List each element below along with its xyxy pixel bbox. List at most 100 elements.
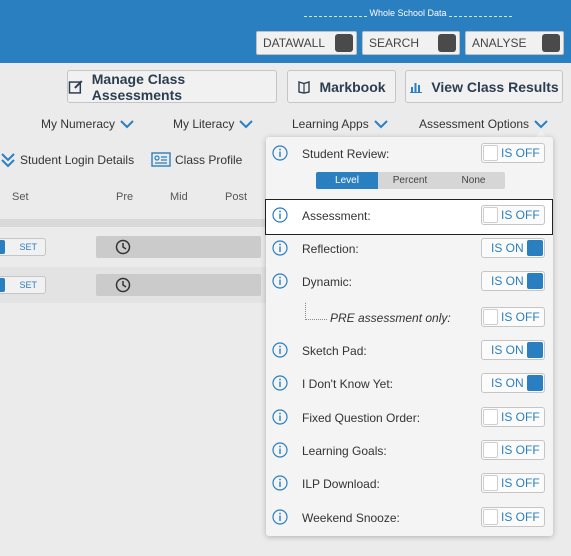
info-icon[interactable]	[272, 145, 288, 161]
dynamic-toggle[interactable]: IS ON	[481, 271, 545, 291]
toggle-state: IS ON	[491, 343, 524, 357]
toggle-knob	[0, 278, 5, 292]
clock-icon	[115, 239, 131, 255]
info-icon[interactable]	[272, 207, 288, 223]
pre-only-label: PRE assessment only:	[330, 311, 451, 325]
edit-icon	[68, 79, 83, 94]
sketch-pad-label: Sketch Pad:	[302, 344, 367, 358]
nav-apps-label: Learning Apps	[292, 117, 369, 131]
toggle-state: IS OFF	[501, 310, 540, 324]
info-icon[interactable]	[272, 375, 288, 391]
toggle-knob	[527, 273, 543, 289]
chevron-down-icon	[120, 120, 134, 129]
option-dynamic: Dynamic: IS ON	[266, 267, 553, 295]
fixed-order-toggle[interactable]: IS OFF	[481, 407, 545, 427]
assessment-toggle[interactable]: IS OFF	[481, 205, 545, 225]
review-mode-none[interactable]: None	[442, 172, 505, 189]
toggle-knob	[483, 475, 498, 491]
option-learning-goals: Learning Goals: IS OFF	[266, 436, 553, 464]
pre-only-toggle[interactable]: IS OFF	[481, 307, 545, 327]
toggle-knob	[527, 342, 543, 358]
learning-goals-label: Learning Goals:	[302, 444, 387, 458]
option-reflection: Reflection: IS ON	[266, 234, 553, 262]
table-separator	[0, 219, 266, 227]
whole-school-data-label: Whole School Data	[304, 8, 512, 26]
set-toggle[interactable]: SET	[0, 276, 46, 294]
info-icon[interactable]	[272, 442, 288, 458]
class-profile-label: Class Profile	[175, 153, 243, 167]
nav-learning-apps[interactable]: Learning Apps	[292, 117, 388, 131]
learning-goals-toggle[interactable]: IS OFF	[481, 440, 545, 460]
dont-know-label: I Don't Know Yet:	[302, 377, 394, 391]
datawall-button[interactable]: DATAWALL	[256, 31, 357, 55]
datawall-label: DATAWALL	[263, 36, 326, 50]
results-label: View Class Results	[431, 78, 559, 95]
markbook-label: Markbook	[319, 78, 386, 95]
info-icon[interactable]	[272, 342, 288, 358]
toggle-knob	[483, 207, 498, 223]
review-mode-segmented-control: Level Percent None	[316, 172, 505, 189]
top-header: Whole School Data DATAWALL SEARCH ANALYS…	[0, 0, 571, 63]
analyse-button[interactable]: ANALYSE	[465, 31, 564, 55]
class-profile-link[interactable]: Class Profile	[151, 152, 242, 168]
info-icon[interactable]	[272, 240, 288, 256]
chevron-down-icon	[534, 120, 548, 129]
toggle-state: IS ON	[491, 376, 524, 390]
toggle-state: IS OFF	[501, 510, 540, 524]
fixed-order-label: Fixed Question Order:	[302, 411, 421, 425]
info-icon[interactable]	[272, 509, 288, 525]
info-icon[interactable]	[272, 475, 288, 491]
toggle-state: IS ON	[491, 274, 524, 288]
ilp-download-toggle[interactable]: IS OFF	[481, 473, 545, 493]
markbook-button[interactable]: Markbook	[287, 70, 396, 103]
toggle-knob	[483, 409, 498, 425]
pre-assessment-cell[interactable]	[96, 274, 261, 296]
search-button[interactable]: SEARCH	[362, 31, 460, 55]
set-label: SET	[19, 242, 37, 252]
toggle-knob	[527, 375, 543, 391]
info-icon[interactable]	[272, 273, 288, 289]
nav-assessment-options[interactable]: Assessment Options	[419, 117, 548, 131]
student-review-label: Student Review:	[302, 147, 390, 161]
ilp-download-label: ILP Download:	[302, 477, 380, 491]
pre-assessment-cell[interactable]	[96, 236, 261, 258]
dynamic-label: Dynamic:	[302, 275, 353, 289]
search-toggle-square	[438, 34, 456, 52]
analyse-label: ANALYSE	[472, 36, 527, 50]
sketch-pad-toggle[interactable]: IS ON	[481, 340, 545, 360]
profile-card-icon	[151, 152, 171, 167]
nav-my-numeracy[interactable]: My Numeracy	[41, 117, 134, 131]
option-i-dont-know-yet: I Don't Know Yet: IS ON	[266, 369, 553, 397]
option-weekend-snooze: Weekend Snooze: IS OFF	[266, 503, 553, 531]
toggle-state: IS OFF	[501, 443, 540, 457]
toggle-knob	[483, 509, 498, 525]
view-class-results-button[interactable]: View Class Results	[405, 70, 563, 103]
weekend-snooze-toggle[interactable]: IS OFF	[481, 507, 545, 527]
bar-chart-icon	[410, 82, 423, 93]
set-label: SET	[19, 280, 37, 290]
review-mode-percent[interactable]: Percent	[378, 172, 442, 189]
nav-literacy-label: My Literacy	[173, 117, 235, 131]
toggle-state: IS OFF	[501, 476, 540, 490]
reflection-toggle[interactable]: IS ON	[481, 238, 545, 258]
toggle-knob	[0, 240, 5, 254]
option-ilp-download: ILP Download: IS OFF	[266, 469, 553, 497]
info-icon[interactable]	[272, 409, 288, 425]
student-review-toggle[interactable]: IS OFF	[481, 143, 545, 163]
nav-numeracy-label: My Numeracy	[41, 117, 116, 131]
toggle-state: IS ON	[491, 241, 524, 255]
manage-class-assessments-button[interactable]: Manage Class Assessments	[67, 70, 277, 103]
col-header-set: Set	[12, 191, 29, 203]
assessment-label: Assessment:	[302, 209, 371, 223]
toggle-knob	[483, 442, 498, 458]
nav-my-literacy[interactable]: My Literacy	[173, 117, 254, 131]
toggle-knob	[483, 145, 498, 161]
option-pre-assessment-only: PRE assessment only: IS OFF	[266, 303, 553, 331]
review-mode-level[interactable]: Level	[316, 172, 378, 189]
set-toggle[interactable]: SET	[0, 238, 46, 256]
student-login-details-link[interactable]: Student Login Details	[0, 152, 134, 168]
manage-label: Manage Class Assessments	[91, 70, 186, 103]
option-sketch-pad: Sketch Pad: IS ON	[266, 336, 553, 364]
dont-know-toggle[interactable]: IS ON	[481, 373, 545, 393]
reflection-label: Reflection:	[302, 242, 359, 256]
